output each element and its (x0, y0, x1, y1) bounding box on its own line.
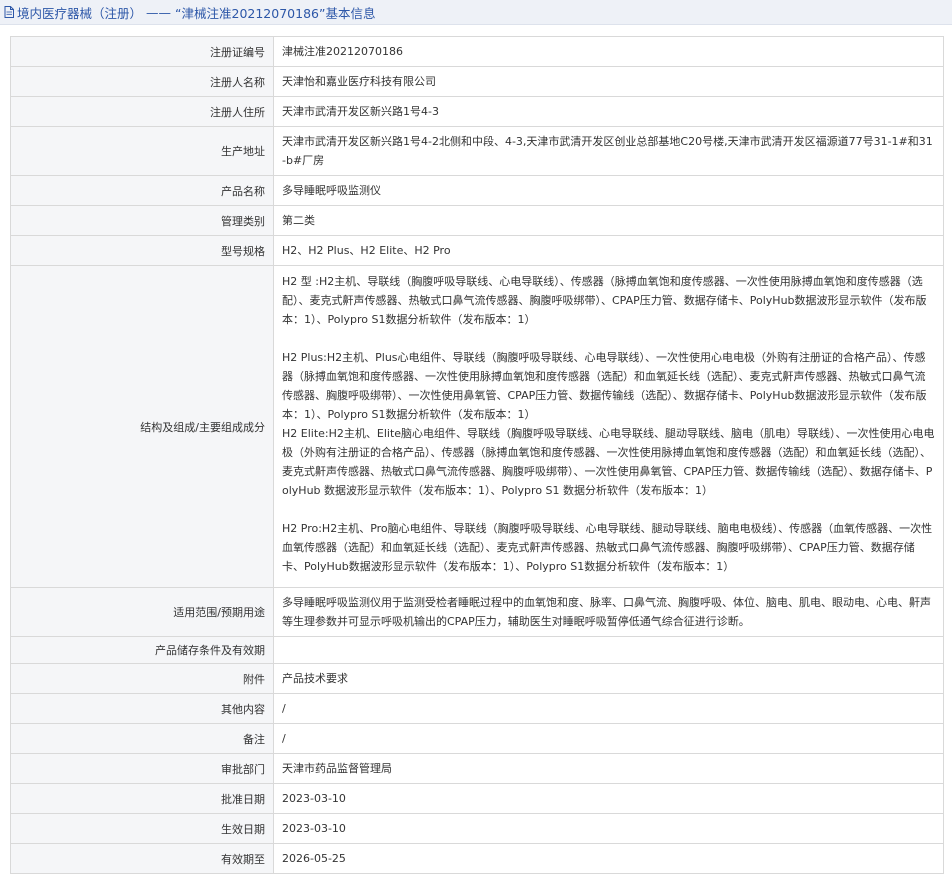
row-value: 多导睡眠呼吸监测仪 (273, 175, 944, 206)
row-label: 附件 (10, 663, 274, 694)
table-row: 附件 产品技术要求 (10, 663, 944, 694)
row-value: 2023-03-10 (273, 783, 944, 814)
structure-paragraph-h2-pro: H2 Pro:H2主机、Pro脑心电组件、导联线（胸腹呼吸导联线、心电导联线、腿… (282, 522, 933, 573)
row-label: 结构及组成/主要组成成分 (10, 265, 274, 588)
row-label: 产品储存条件及有效期 (10, 636, 274, 664)
row-label: 注册证编号 (10, 36, 274, 67)
row-value: 天津怡和嘉业医疗科技有限公司 (273, 66, 944, 97)
row-value: 第二类 (273, 205, 944, 236)
row-value: 2026-05-25 (273, 843, 944, 874)
row-label: 注册人住所 (10, 96, 274, 127)
row-label: 批准日期 (10, 783, 274, 814)
row-label: 生效日期 (10, 813, 274, 844)
row-value: 天津市药品监督管理局 (273, 753, 944, 784)
row-label: 审批部门 (10, 753, 274, 784)
row-label: 有效期至 (10, 843, 274, 874)
row-value: 天津市武清开发区新兴路1号4-3 (273, 96, 944, 127)
row-label: 注册人名称 (10, 66, 274, 97)
table-row: 适用范围/预期用途 多导睡眠呼吸监测仪用于监测受检者睡眠过程中的血氧饱和度、脉率… (10, 587, 944, 637)
document-icon (4, 6, 14, 18)
table-row: 批准日期 2023-03-10 (10, 783, 944, 814)
table-row: 其他内容 / (10, 693, 944, 724)
header-category: 境内医疗器械（注册） (17, 5, 143, 21)
info-table-wrapper: 注册证编号 津械注准20212070186 注册人名称 天津怡和嘉业医疗科技有限… (10, 36, 944, 874)
row-value: H2、H2 Plus、H2 Elite、H2 Pro (273, 235, 944, 266)
row-value: / (273, 693, 944, 724)
row-value: 产品技术要求 (273, 663, 944, 694)
table-row: 有效期至 2026-05-25 (10, 843, 944, 874)
row-value: 天津市武清开发区新兴路1号4-2北侧和中段、4-3,天津市武清开发区创业总部基地… (273, 126, 944, 176)
row-label: 生产地址 (10, 126, 274, 176)
row-value: / (273, 723, 944, 754)
table-row: 生产地址 天津市武清开发区新兴路1号4-2北侧和中段、4-3,天津市武清开发区创… (10, 126, 944, 176)
structure-paragraph-h2-elite: H2 Elite:H2主机、Elite脑心电组件、导联线（胸腹呼吸导联线、心电导… (282, 427, 935, 497)
row-label: 型号规格 (10, 235, 274, 266)
table-row: 型号规格 H2、H2 Plus、H2 Elite、H2 Pro (10, 235, 944, 266)
page-header: 境内医疗器械（注册） —— “津械注准20212070186”基本信息 (0, 0, 952, 25)
row-label: 适用范围/预期用途 (10, 587, 274, 637)
row-label: 其他内容 (10, 693, 274, 724)
info-table: 注册证编号 津械注准20212070186 注册人名称 天津怡和嘉业医疗科技有限… (10, 36, 944, 874)
table-row: 注册证编号 津械注准20212070186 (10, 36, 944, 67)
structure-value: H2 型 :H2主机、导联线（胸腹呼吸导联线、心电导联线）、传感器（脉搏血氧饱和… (273, 265, 944, 588)
table-row: 审批部门 天津市药品监督管理局 (10, 753, 944, 784)
table-row: 产品储存条件及有效期 (10, 636, 944, 664)
structure-paragraph-h2: H2 型 :H2主机、导联线（胸腹呼吸导联线、心电导联线）、传感器（脉搏血氧饱和… (282, 275, 927, 326)
row-label: 管理类别 (10, 205, 274, 236)
row-label: 备注 (10, 723, 274, 754)
table-row: 注册人住所 天津市武清开发区新兴路1号4-3 (10, 96, 944, 127)
structure-paragraph-h2-plus: H2 Plus:H2主机、Plus心电组件、导联线（胸腹呼吸导联线、心电导联线）… (282, 351, 927, 421)
header-separator: —— (146, 4, 172, 20)
table-row: 产品名称 多导睡眠呼吸监测仪 (10, 175, 944, 206)
table-row: 生效日期 2023-03-10 (10, 813, 944, 844)
row-value (273, 636, 944, 664)
row-value: 津械注准20212070186 (273, 36, 944, 67)
table-row: 注册人名称 天津怡和嘉业医疗科技有限公司 (10, 66, 944, 97)
header-subject: “津械注准20212070186”基本信息 (175, 5, 376, 21)
row-value: 2023-03-10 (273, 813, 944, 844)
row-value: 多导睡眠呼吸监测仪用于监测受检者睡眠过程中的血氧饱和度、脉率、口鼻气流、胸腹呼吸… (273, 587, 944, 637)
row-label: 产品名称 (10, 175, 274, 206)
table-row: 管理类别 第二类 (10, 205, 944, 236)
table-row-structure: 结构及组成/主要组成成分 H2 型 :H2主机、导联线（胸腹呼吸导联线、心电导联… (10, 265, 944, 588)
table-row: 备注 / (10, 723, 944, 754)
